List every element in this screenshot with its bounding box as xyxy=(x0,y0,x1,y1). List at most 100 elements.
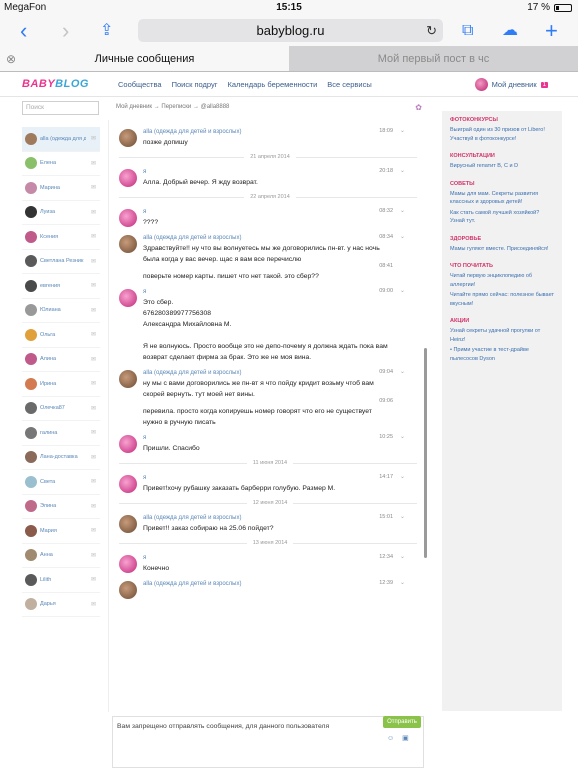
envelope-icon[interactable]: ✉ xyxy=(91,380,96,387)
envelope-icon[interactable]: ✉ xyxy=(91,454,96,461)
chevron-down-icon[interactable]: ⌄ xyxy=(400,553,405,560)
chevron-down-icon[interactable]: ⌄ xyxy=(400,579,405,586)
contact-item[interactable]: Елена ✉ xyxy=(22,152,100,176)
avatar[interactable] xyxy=(119,435,137,453)
contact-item[interactable]: Алина ✉ xyxy=(22,348,100,372)
tab-messages[interactable]: ⊗ Личные сообщения xyxy=(0,46,289,71)
back-icon[interactable]: ‹ xyxy=(20,20,27,42)
envelope-icon[interactable]: ✉ xyxy=(91,209,96,216)
contact-item[interactable]: Ирина ✉ xyxy=(22,372,100,397)
contact-item[interactable]: Марина ✉ xyxy=(22,176,100,201)
envelope-icon[interactable]: ✉ xyxy=(91,356,96,363)
chevron-down-icon[interactable]: ⌄ xyxy=(400,233,405,240)
reload-icon[interactable]: ↻ xyxy=(426,19,437,42)
sidebar-link[interactable]: Вирусный гепатит B, C и D xyxy=(450,162,554,171)
contact-item[interactable]: Света ✉ xyxy=(22,470,100,495)
envelope-icon[interactable]: ✉ xyxy=(91,135,96,142)
search-input[interactable]: Поиск xyxy=(22,101,99,115)
settings-gear-icon[interactable]: ✿ xyxy=(415,103,422,112)
image-icon[interactable]: ▣ xyxy=(402,735,409,742)
close-tab-icon[interactable]: ⊗ xyxy=(6,46,16,72)
envelope-icon[interactable]: ✉ xyxy=(91,503,96,510)
envelope-icon[interactable]: ✉ xyxy=(91,405,96,412)
nav-find-friends[interactable]: Поиск подруг xyxy=(172,80,218,89)
nav-communities[interactable]: Сообщества xyxy=(118,80,162,89)
my-diary-link[interactable]: Мой дневник 1 xyxy=(474,78,548,91)
breadcrumb-text[interactable]: Мой дневник → Переписки → @alla8888 xyxy=(116,104,229,110)
avatar[interactable] xyxy=(119,169,137,187)
contact-item[interactable]: галина ✉ xyxy=(22,421,100,446)
avatar[interactable] xyxy=(119,581,137,599)
chevron-down-icon[interactable]: ⌄ xyxy=(400,167,405,174)
contact-item[interactable]: alla (одежда для детей и взрослых) ✉ xyxy=(22,127,100,152)
chevron-down-icon[interactable]: ⌄ xyxy=(400,473,405,480)
nav-pregnancy-calendar[interactable]: Календарь беременности xyxy=(227,80,317,89)
envelope-icon[interactable]: ✉ xyxy=(91,160,96,167)
envelope-icon[interactable]: ✉ xyxy=(91,576,96,583)
avatar[interactable] xyxy=(119,475,137,493)
contact-item[interactable]: Мария ✉ xyxy=(22,519,100,544)
envelope-icon[interactable]: ✉ xyxy=(91,184,96,191)
avatar[interactable] xyxy=(119,235,137,253)
smiley-icon[interactable]: ☺ xyxy=(387,735,394,742)
avatar[interactable] xyxy=(119,209,137,227)
cloud-tabs-icon[interactable]: ☁ xyxy=(502,20,518,42)
sidebar-heading[interactable]: ЗДОРОВЬЕ xyxy=(450,236,554,242)
contact-item[interactable]: Светлана Резник ✉ xyxy=(22,250,100,274)
envelope-icon[interactable]: ✉ xyxy=(91,429,96,436)
contact-item[interactable]: Ксения ✉ xyxy=(22,225,100,250)
contact-item[interactable]: Элина ✉ xyxy=(22,495,100,519)
share-icon[interactable]: ⇪ xyxy=(100,20,113,42)
bookmarks-icon[interactable]: ⧉ xyxy=(462,20,473,42)
sidebar-link[interactable]: Выиграй один из 30 призов от Libero! Уча… xyxy=(450,126,554,143)
sidebar-heading[interactable]: АКЦИИ xyxy=(450,318,554,324)
contact-item[interactable]: Ольга ✉ xyxy=(22,323,100,348)
avatar[interactable] xyxy=(119,129,137,147)
address-bar[interactable]: babyblog.ru ↻ xyxy=(138,19,443,42)
envelope-icon[interactable]: ✉ xyxy=(91,478,96,485)
nav-all-services[interactable]: Все сервисы xyxy=(327,80,371,89)
envelope-icon[interactable]: ✉ xyxy=(91,527,96,534)
envelope-icon[interactable]: ✉ xyxy=(91,601,96,608)
sidebar-link[interactable]: Как стать самой лучшей хозяйкой? Узнай т… xyxy=(450,209,554,226)
envelope-icon[interactable]: ✉ xyxy=(91,552,96,559)
contact-item[interactable]: Анна ✉ xyxy=(22,544,100,568)
envelope-icon[interactable]: ✉ xyxy=(91,282,96,289)
sidebar-heading[interactable]: КОНСУЛЬТАЦИИ xyxy=(450,153,554,159)
contact-item[interactable]: Олечка87 ✉ xyxy=(22,397,100,421)
forward-icon[interactable]: › xyxy=(62,20,69,42)
chevron-down-icon[interactable]: ⌄ xyxy=(400,287,405,294)
sidebar-link[interactable]: Читай первую энциклопедию об аллергии! xyxy=(450,272,554,289)
sidebar-link[interactable]: Мамы гуляют вместе. Присоединяйся! xyxy=(450,245,554,254)
chevron-down-icon[interactable]: ⌄ xyxy=(400,433,405,440)
chevron-down-icon[interactable]: ⌄ xyxy=(400,513,405,520)
avatar[interactable] xyxy=(119,289,137,307)
site-logo[interactable]: BABYBLOG xyxy=(22,78,89,90)
avatar[interactable] xyxy=(119,370,137,388)
new-tab-icon[interactable]: + xyxy=(545,20,558,42)
avatar[interactable] xyxy=(119,555,137,573)
chevron-down-icon[interactable]: ⌄ xyxy=(400,368,405,375)
avatar[interactable] xyxy=(119,515,137,533)
sidebar-heading[interactable]: СОВЕТЫ xyxy=(450,181,554,187)
sidebar-heading[interactable]: ФОТОКОНКУРСЫ xyxy=(450,117,554,123)
chevron-down-icon[interactable]: ⌄ xyxy=(400,207,405,214)
envelope-icon[interactable]: ✉ xyxy=(91,307,96,314)
contact-item[interactable]: Лана-доставка ✉ xyxy=(22,446,100,470)
envelope-icon[interactable]: ✉ xyxy=(91,233,96,240)
send-button[interactable]: Отправить xyxy=(383,716,421,728)
contact-item[interactable]: Lilith ✉ xyxy=(22,568,100,593)
tab-first-post[interactable]: Мой первый пост в чс xyxy=(289,46,578,71)
sidebar-link[interactable]: Мамы для мам. Секреты развития классных … xyxy=(450,190,554,207)
message-textarea[interactable]: Вам запрещено отправлять сообщения, для … xyxy=(112,716,424,768)
contact-item[interactable]: Луиза ✉ xyxy=(22,201,100,225)
contact-item[interactable]: Дарья ✉ xyxy=(22,593,100,617)
contact-item[interactable]: евгения ✉ xyxy=(22,274,100,299)
sidebar-link[interactable]: Читайте прямо сейчас: полезное бывает вк… xyxy=(450,291,554,308)
envelope-icon[interactable]: ✉ xyxy=(91,258,96,265)
envelope-icon[interactable]: ✉ xyxy=(91,331,96,338)
contact-item[interactable]: Юлиана ✉ xyxy=(22,299,100,323)
sidebar-link[interactable]: • Прими участие в тест-драйве пылесосов … xyxy=(450,346,554,363)
chevron-down-icon[interactable]: ⌄ xyxy=(400,127,405,134)
scrollbar[interactable] xyxy=(424,348,427,558)
